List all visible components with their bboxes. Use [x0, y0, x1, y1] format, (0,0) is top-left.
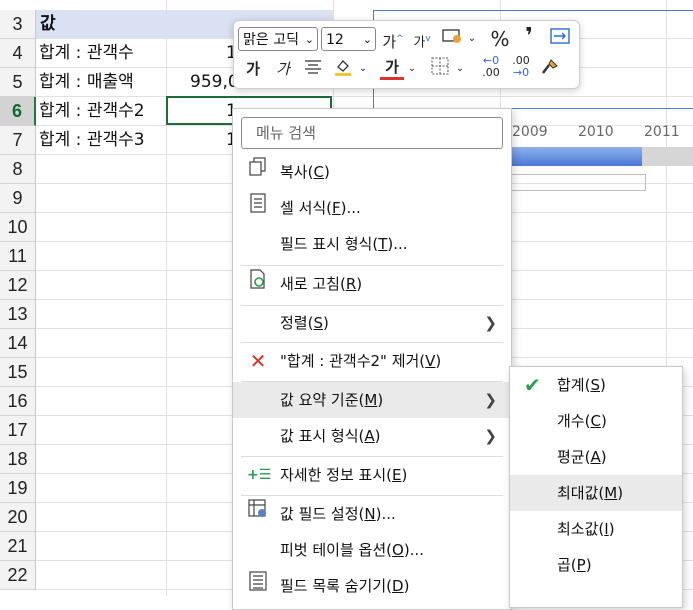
pivot-row-label[interactable]: 합계 : 관객수 [39, 39, 134, 67]
submenu-item-average[interactable]: 평균(A) [510, 439, 682, 475]
format-cells-icon [247, 190, 269, 226]
chart-year-label: 2009 [512, 124, 548, 140]
pivot-values-header[interactable]: 값 [40, 10, 56, 38]
menu-item-pivot-options[interactable]: 피벗 테이블 옵션(O)... [233, 532, 511, 568]
context-menu: 메뉴 검색 복사(C) 셀 서식(F)... 필드 표시 형식(T)... 새로… [232, 108, 512, 610]
grow-font-icon[interactable]: 가^ [381, 27, 405, 51]
copy-icon [247, 154, 269, 190]
menu-item-show-details[interactable]: +☰ 자세한 정보 표시(E) [233, 457, 511, 493]
row-header[interactable]: 7 [0, 126, 36, 155]
menu-item-sort[interactable]: 정렬(S) ❯ [233, 305, 511, 341]
row-header[interactable]: 3 [0, 10, 36, 39]
menu-item-refresh[interactable]: 새로 고침(R) [233, 266, 511, 302]
format-painter-icon[interactable] [538, 57, 562, 81]
row-header[interactable]: 21 [0, 532, 36, 561]
submenu-item-min[interactable]: 최소값(I) [510, 511, 682, 547]
submenu-item-max[interactable]: 최대값(M) [510, 475, 682, 511]
percent-style-icon[interactable]: % [488, 27, 512, 51]
chevron-right-icon: ❯ [484, 314, 497, 332]
row-header[interactable]: 19 [0, 474, 36, 503]
field-list-icon [247, 568, 269, 604]
shrink-font-icon[interactable]: 가v [410, 27, 434, 51]
refresh-icon [247, 266, 269, 302]
pivot-value-cell[interactable]: 959,0 [190, 68, 239, 96]
row-header[interactable]: 10 [0, 213, 36, 242]
row-header[interactable]: 12 [0, 271, 36, 300]
chevron-down-icon[interactable]: ⌄ [454, 57, 466, 81]
menu-item-value-field-settings[interactable]: 값 필드 설정(N)... [233, 496, 511, 532]
comma-style-icon[interactable]: ❜ [519, 25, 539, 49]
submenu-item-sum[interactable]: ✔ 합계(S) [510, 367, 682, 403]
row-header[interactable]: 8 [0, 155, 36, 184]
font-name-box[interactable]: 맑은 고딕 ⌄ [238, 27, 318, 51]
font-size-box[interactable]: 12 ⌄ [321, 27, 376, 51]
close-icon: ✕ [249, 349, 267, 373]
chevron-down-icon[interactable]: ⌄ [357, 57, 369, 81]
chart-year-label: 2011 [644, 124, 680, 140]
row-header[interactable]: 4 [0, 39, 36, 68]
row-header[interactable]: 15 [0, 358, 36, 387]
pivot-row-label[interactable]: 합계 : 매출액 [39, 68, 134, 96]
row-header[interactable]: 22 [0, 561, 36, 590]
row-header[interactable]: 9 [0, 184, 36, 213]
accounting-format-icon[interactable] [440, 27, 466, 51]
chevron-down-icon[interactable]: ⌄ [466, 27, 478, 51]
increase-decimal-icon[interactable]: ←0.00 [478, 55, 504, 79]
row-header-selected[interactable]: 6 [0, 97, 36, 126]
row-header[interactable]: 20 [0, 503, 36, 532]
chevron-down-icon: ⌄ [304, 33, 314, 46]
show-details-icon: +☰ [247, 467, 272, 483]
row-header[interactable]: 11 [0, 242, 36, 271]
timeline-scrollbar[interactable] [509, 174, 646, 191]
row-header[interactable]: 5 [0, 68, 36, 97]
row-header[interactable]: 18 [0, 445, 36, 474]
summarize-submenu: ✔ 합계(S) 개수(C) 평균(A) 최대값(M) 최소값(I) 곱(P) [509, 366, 683, 608]
pivot-row-label[interactable]: 합계 : 관객수2 [39, 97, 145, 125]
menu-item-format-cells[interactable]: 셀 서식(F)... [233, 190, 511, 226]
timeline-bar[interactable] [509, 147, 642, 166]
field-settings-icon [247, 496, 269, 532]
decrease-decimal-icon[interactable]: .00 →0 [508, 55, 534, 79]
chevron-right-icon: ❯ [484, 427, 497, 445]
checkmark-icon: ✔ [524, 373, 541, 397]
submenu-item-count[interactable]: 개수(C) [510, 403, 682, 439]
menu-item-summarize-values-by[interactable]: 값 요약 기준(M) ❯ [233, 382, 511, 418]
menu-search-input[interactable]: 메뉴 검색 [241, 117, 503, 149]
menu-item-field-number-format[interactable]: 필드 표시 형식(T)... [233, 226, 511, 262]
menu-item-show-values-as[interactable]: 값 표시 형식(A) ❯ [233, 418, 511, 454]
borders-icon[interactable] [428, 57, 452, 81]
chart-year-label: 2010 [578, 124, 614, 140]
menu-item-hide-field-list[interactable]: 필드 목록 숨기기(D) [233, 568, 511, 604]
row-header[interactable]: 16 [0, 387, 36, 416]
chevron-down-icon[interactable]: ⌄ [406, 57, 418, 81]
row-header[interactable]: 14 [0, 329, 36, 358]
chevron-right-icon: ❯ [484, 391, 497, 409]
chevron-down-icon: ⌄ [362, 33, 372, 46]
row-header[interactable]: 17 [0, 416, 36, 445]
fill-color-icon[interactable] [331, 57, 355, 81]
bold-icon[interactable]: 가 [242, 57, 264, 81]
font-color-icon[interactable]: 가 [380, 55, 404, 80]
align-center-icon[interactable] [302, 57, 324, 81]
menu-item-remove-field[interactable]: ✕ "합계 : 관객수2" 제거(V) [233, 343, 511, 379]
row-header[interactable]: 13 [0, 300, 36, 329]
menu-item-copy[interactable]: 복사(C) [233, 154, 511, 190]
pivot-row-label[interactable]: 합계 : 관객수3 [39, 126, 145, 154]
italic-icon[interactable]: 가 [272, 57, 294, 81]
submenu-item-product[interactable]: 곱(P) [510, 547, 682, 583]
wrap-text-icon[interactable] [548, 27, 572, 51]
mini-toolbar: 맑은 고딕 ⌄ 12 ⌄ 가^ 가v ⌄ % ❜ 가 가 ⌄ 가 ⌄ ⌄ ←0.00… [233, 20, 580, 89]
